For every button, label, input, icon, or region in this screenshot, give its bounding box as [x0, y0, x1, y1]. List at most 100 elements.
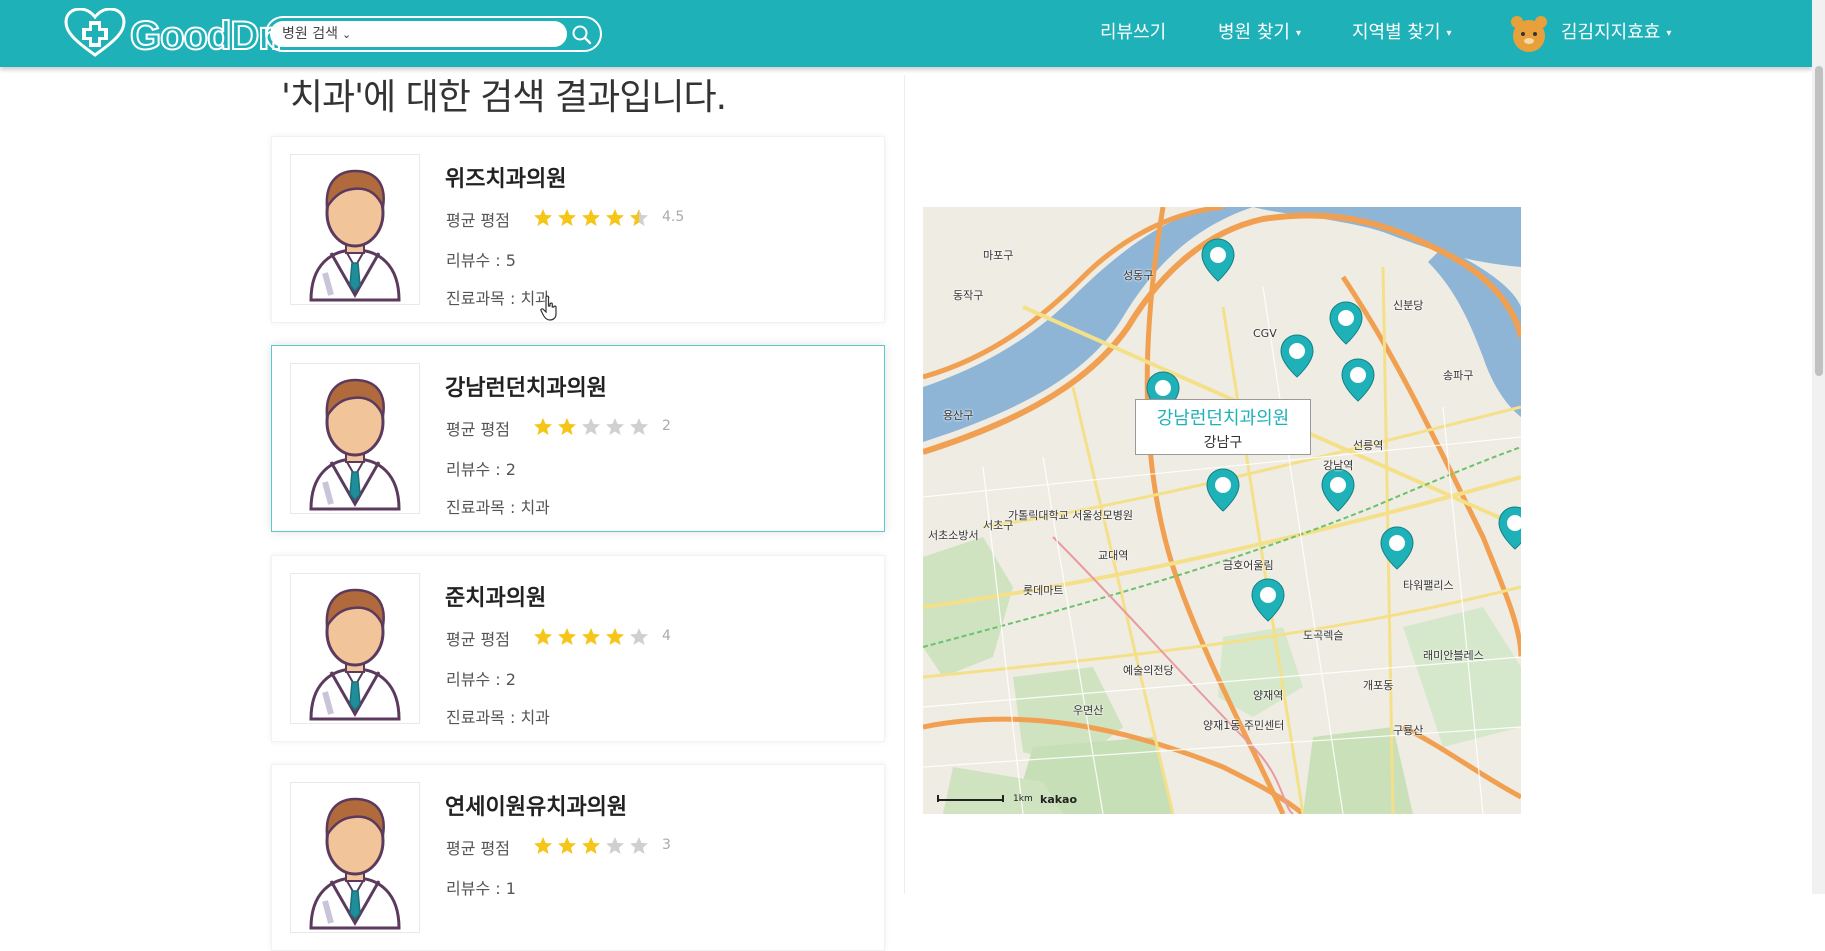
rating-score: 4: [662, 628, 671, 644]
map-place-label: 도곡렉슬: [1303, 629, 1344, 642]
department: 진료과목 : 치과: [446, 498, 550, 517]
nav-user-menu[interactable]: 김김지지효효 ▾: [1561, 18, 1671, 44]
hospital-name[interactable]: 강남런던치과의원: [445, 370, 607, 402]
map-place-label: 개포동: [1363, 679, 1394, 692]
star-icon: [582, 628, 600, 645]
hand-cursor-icon: [540, 295, 557, 321]
doctor-avatar-icon: [291, 574, 419, 723]
star-icon: [582, 418, 600, 435]
doctor-avatar-icon: [291, 364, 419, 513]
nav-write-review[interactable]: 리뷰쓰기: [1100, 18, 1166, 44]
star-icon: [630, 418, 648, 435]
map-place-label: 금호어울림: [1223, 559, 1274, 572]
map-place-label: 롯데마트: [1023, 584, 1064, 597]
hospital-name[interactable]: 위즈치과의원: [445, 161, 566, 193]
map-place-label: 양재1동 주민센터: [1203, 719, 1285, 732]
map-place-label: 구룡산: [1393, 724, 1424, 737]
nav-find-hospital-label: 병원 찾기: [1218, 22, 1290, 43]
map-place-label: 서초소방서: [928, 529, 979, 542]
doctor-avatar-icon: [291, 155, 419, 304]
hospital-name[interactable]: 준치과의원: [445, 580, 546, 612]
rating-stars: [534, 209, 648, 226]
hospital-photo: [290, 573, 420, 724]
nav-user-name: 김김지지효효: [1561, 22, 1661, 43]
map-place-label: 예술의전당: [1123, 664, 1174, 677]
map-place-label: 성동구: [1123, 269, 1154, 282]
map-place-label: 신분당: [1393, 299, 1424, 312]
star-icon: [606, 837, 624, 854]
search-result-heading: '치과'에 대한 검색 결과입니다.: [281, 77, 727, 118]
star-icon: [582, 837, 600, 854]
map-place-label: 동작구: [953, 289, 984, 302]
rating-label: 평균 평점: [446, 839, 510, 858]
hospital-card[interactable]: 강남런던치과의원 평균 평점 2 리뷰수 : 2 진료과목 : 치과: [271, 345, 885, 532]
rating-label: 평균 평점: [446, 211, 510, 230]
rating-stars: [534, 837, 648, 854]
star-icon: [558, 837, 576, 854]
hospital-card[interactable]: 연세이원유치과의원 평균 평점 3 리뷰수 : 1: [271, 764, 885, 951]
star-icon: [606, 209, 624, 226]
caret-down-icon: ▾: [1446, 27, 1452, 39]
map-place-label: 타워팰리스: [1403, 579, 1454, 592]
map-info-subtitle: 강남구: [1203, 435, 1243, 451]
nav-find-region-label: 지역별 찾기: [1352, 22, 1441, 43]
caret-down-icon: ▾: [1295, 27, 1301, 39]
rating-stars-wrap: [533, 835, 653, 857]
map-info-window[interactable]: 강남런던치과의원 강남구: [1135, 399, 1311, 455]
hospital-name[interactable]: 연세이원유치과의원: [445, 789, 627, 821]
review-count: 리뷰수 : 5: [446, 251, 516, 270]
nav-find-hospital[interactable]: 병원 찾기 ▾: [1218, 18, 1301, 44]
hospital-card[interactable]: 준치과의원 평균 평점 4 리뷰수 : 2 진료과목 : 치과: [271, 555, 885, 742]
hospital-photo: [290, 154, 420, 305]
rating-score: 2: [662, 418, 671, 434]
search-icon[interactable]: [569, 23, 595, 47]
map-place-label: 송파구: [1443, 369, 1474, 382]
rating-label: 평균 평점: [446, 630, 510, 649]
rating-label: 평균 평점: [446, 420, 510, 439]
star-icon: [630, 209, 648, 226]
search-type-select[interactable]: 병원 검색 ⌄: [270, 21, 567, 47]
map-place-label: 래미안블레스: [1423, 649, 1484, 662]
caret-down-icon: ▾: [1666, 27, 1672, 39]
rating-score: 4.5: [662, 209, 685, 225]
star-icon: [582, 209, 600, 226]
top-navbar: GoodDr. 병원 검색 ⌄ 리뷰쓰기 병원 찾기 ▾ 지역별 찾기 ▾ 김김지지효…: [0, 0, 1812, 67]
map-place-label: 양재역: [1253, 689, 1284, 702]
star-icon: [534, 209, 552, 226]
map-info-title: 강남런던치과의원: [1156, 408, 1290, 429]
map-place-label: 교대역: [1098, 549, 1129, 562]
rating-stars: [534, 418, 648, 435]
search-type-label: 병원 검색: [282, 26, 338, 42]
search-box: 병원 검색 ⌄: [265, 16, 602, 52]
review-count: 리뷰수 : 2: [446, 670, 516, 689]
review-count: 리뷰수 : 2: [446, 460, 516, 479]
star-icon: [630, 837, 648, 854]
gooddr-logo[interactable]: GoodDr.: [64, 8, 283, 60]
star-icon: [606, 418, 624, 435]
department: 진료과목 : 치과: [446, 289, 550, 308]
scrollbar-thumb[interactable]: [1815, 66, 1823, 376]
heart-cross-logo-icon: [64, 8, 126, 57]
hospital-photo: [290, 363, 420, 514]
chevron-down-icon: ⌄: [341, 28, 352, 41]
rating-stars-wrap: [533, 626, 653, 648]
star-icon: [558, 418, 576, 435]
map-scale-label: 1km: [1013, 794, 1033, 804]
user-avatar[interactable]: [1508, 12, 1550, 54]
map-place-label: 용산구: [943, 409, 974, 422]
rating-score: 3: [662, 837, 671, 853]
star-icon: [558, 209, 576, 226]
star-icon: [606, 628, 624, 645]
star-icon: [534, 418, 552, 435]
map-place-label: 우면산: [1073, 704, 1104, 717]
doctor-avatar-icon: [291, 783, 419, 932]
logo-text: GoodDr.: [129, 13, 283, 59]
nav-find-region[interactable]: 지역별 찾기 ▾: [1352, 18, 1452, 44]
hospital-card[interactable]: 위즈치과의원 평균 평점 4.5 리뷰수 : 5 진료과목 : 치과: [271, 136, 885, 323]
review-count: 리뷰수 : 1: [446, 879, 516, 898]
star-icon: [534, 837, 552, 854]
hospital-map[interactable]: 마포구성동구용산구서초구강남구송파구CGV동작구신분당강남역선릉역교대역예술의전…: [923, 207, 1521, 814]
rating-stars: [534, 628, 648, 645]
map-place-label: 강남역: [1323, 459, 1354, 472]
column-divider: [904, 75, 905, 894]
